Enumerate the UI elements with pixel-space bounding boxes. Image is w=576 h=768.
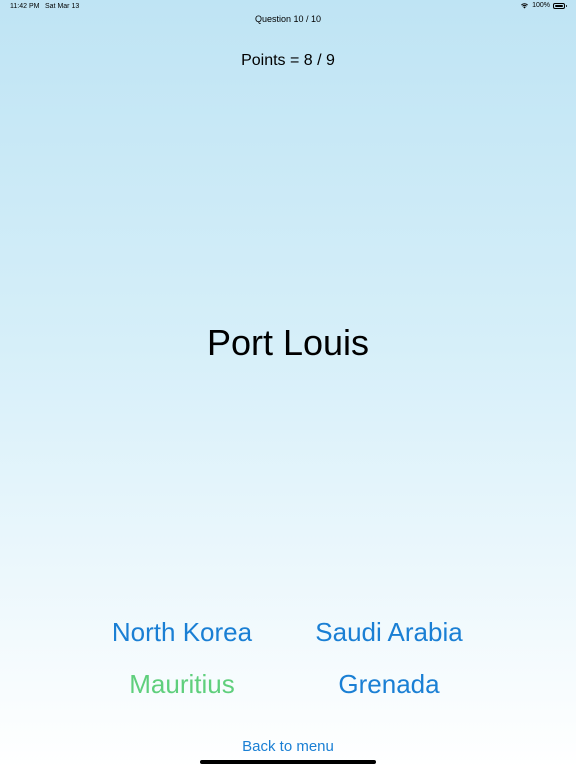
status-time: 11:42 PM bbox=[10, 3, 40, 10]
back-to-menu-link[interactable]: Back to menu bbox=[0, 738, 576, 755]
capital-question: Port Louis bbox=[206, 322, 370, 363]
points-score: Points = 8 / 9 bbox=[241, 52, 335, 69]
question-counter: Question 10 / 10 bbox=[254, 14, 322, 24]
wifi-icon bbox=[521, 3, 529, 9]
answer-button-north-korea[interactable]: North Korea bbox=[72, 617, 292, 648]
answer-button-mauritius[interactable]: Mauritius bbox=[72, 669, 292, 700]
answer-button-grenada[interactable]: Grenada bbox=[279, 669, 499, 700]
battery-icon bbox=[553, 2, 567, 9]
status-date: Sat Mar 13 bbox=[45, 3, 80, 10]
status-indicators: 100% bbox=[520, 2, 567, 9]
home-indicator[interactable] bbox=[200, 760, 376, 764]
battery-percentage: 100% bbox=[532, 2, 550, 9]
status-bar: 11:42 PM Sat Mar 13 100% bbox=[0, 0, 576, 14]
answer-button-saudi-arabia[interactable]: Saudi Arabia bbox=[279, 617, 499, 648]
